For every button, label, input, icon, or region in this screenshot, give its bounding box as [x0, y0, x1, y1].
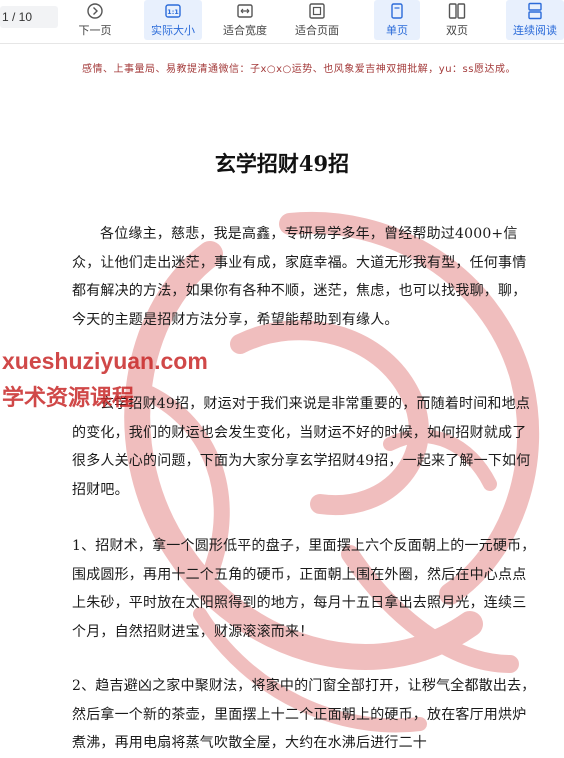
document-page[interactable]: 感情、上事量局、易教提清通微信：子x○x○运势、也风象爱吉神双拥批解，yu：ss…: [0, 44, 564, 758]
single-page-icon: [391, 3, 403, 19]
continuous-read-button[interactable]: 连续阅读: [506, 0, 564, 40]
next-page-button[interactable]: 下一页: [72, 0, 118, 40]
document-title: 玄学招财49招: [214, 151, 350, 176]
actual-size-button[interactable]: 1:1 实际大小: [144, 0, 202, 40]
actual-size-icon: 1:1: [165, 4, 181, 18]
page-indicator[interactable]: 1 / 10: [0, 6, 58, 28]
paragraph-intro: 各位缘主，慈悲，我是高鑫，专研易学多年，曾经帮助过4000+信众，让他们走出迷茫…: [72, 226, 527, 328]
actual-size-label: 实际大小: [151, 24, 195, 37]
next-page-icon: [87, 3, 103, 19]
fit-width-label: 适合宽度: [223, 24, 267, 37]
header-note: 感情、上事量局、易教提清通微信：子x○x○运势、也风象爱吉神双拥批解，yu：ss…: [82, 64, 516, 75]
paragraph-item-2: 2、趋吉避凶之家中聚财法，将家中的门窗全部打开，让秽气全都散出去，然后拿一个新的…: [72, 678, 536, 751]
continuous-read-icon: [528, 2, 542, 20]
single-page-label: 单页: [386, 24, 408, 37]
single-page-button[interactable]: 单页: [374, 0, 420, 40]
fit-page-label: 适合页面: [295, 24, 339, 37]
watermark-url: xueshuziyuan.com: [2, 348, 208, 374]
svg-text:1:1: 1:1: [167, 8, 179, 16]
double-page-button[interactable]: 双页: [434, 0, 480, 40]
paragraph-overview: 玄学招财49招，财运对于我们来说是非常重要的，而随着时间和地点的变化，我们的财运…: [72, 396, 531, 498]
continuous-read-label: 连续阅读: [513, 24, 557, 37]
double-page-label: 双页: [446, 24, 468, 37]
fit-width-icon: [237, 4, 253, 18]
fit-width-button[interactable]: 适合宽度: [216, 0, 274, 40]
double-page-icon: [448, 3, 466, 19]
viewer-toolbar: 1 / 10 下一页 1:1 实际大小 适合宽度 适合页面 单页 双页 连续阅读: [0, 0, 564, 44]
fit-page-icon: [309, 3, 325, 19]
watermark-caption: 学术资源课程: [2, 386, 135, 411]
paragraph-item-1: 1、招财术，拿一个圆形低平的盘子，里面摆上六个反面朝上的一元硬币，围成圆形，再用…: [72, 538, 536, 640]
next-page-label: 下一页: [78, 24, 112, 37]
fit-page-button[interactable]: 适合页面: [288, 0, 346, 40]
